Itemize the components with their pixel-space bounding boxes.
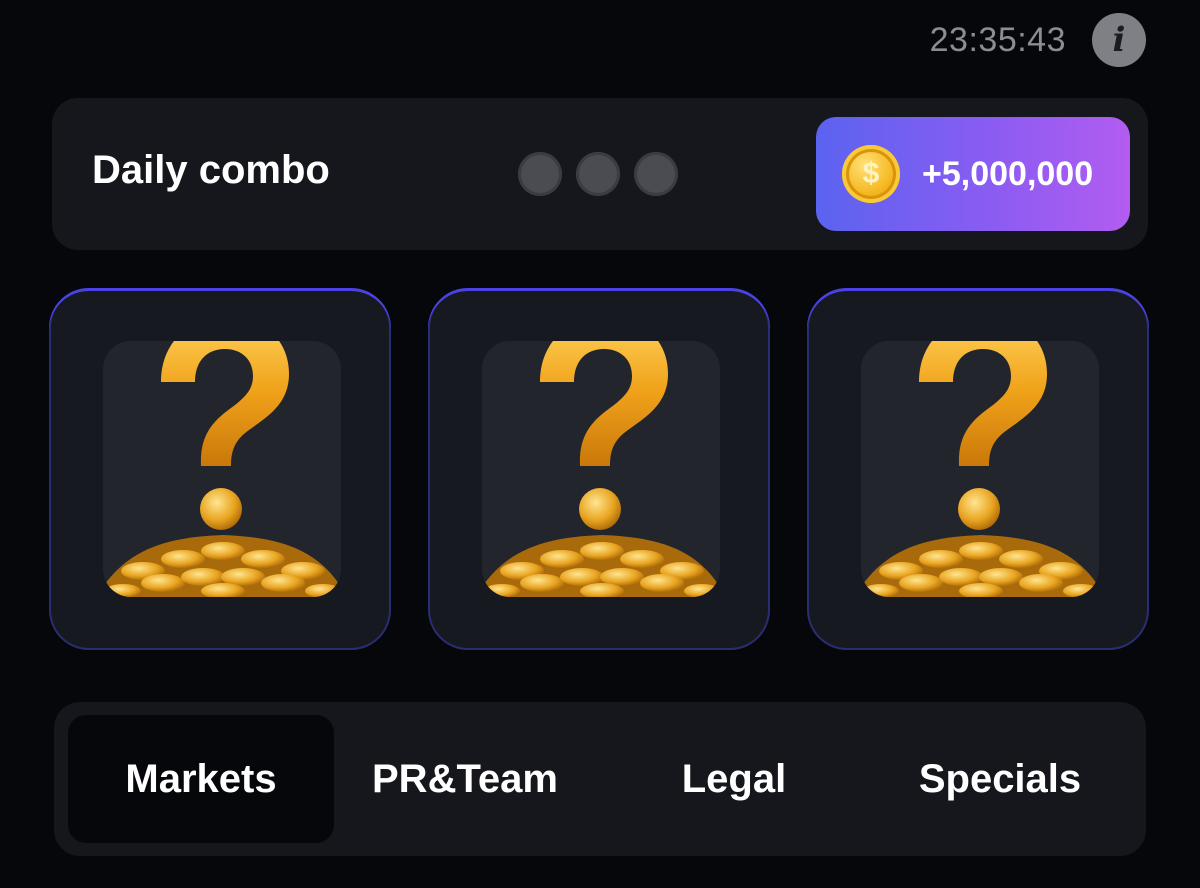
mine-screen: 23:35:43 i Daily combo $ +5,000,000 Mark… (0, 0, 1200, 888)
info-icon[interactable]: i (1092, 13, 1146, 67)
combo-dot-1 (518, 152, 562, 196)
top-bar: 23:35:43 i (929, 13, 1146, 67)
combo-progress-dots (518, 152, 678, 196)
daily-combo-bar: Daily combo $ +5,000,000 (52, 98, 1148, 250)
combo-card-3[interactable] (807, 288, 1149, 650)
combo-card-1[interactable] (49, 288, 391, 650)
tab-legal[interactable]: Legal (614, 715, 854, 843)
tab-markets[interactable]: Markets (68, 715, 334, 843)
combo-reward-amount: +5,000,000 (922, 154, 1094, 193)
question-mark-coins-icon (105, 341, 341, 597)
combo-dot-3 (634, 152, 678, 196)
daily-combo-title: Daily combo (92, 148, 330, 192)
combo-card-image (861, 341, 1099, 597)
question-mark-coins-icon (863, 341, 1099, 597)
combo-card-image (103, 341, 341, 597)
combo-card-image (482, 341, 720, 597)
dollar-coin-icon: $ (842, 145, 900, 203)
combo-reward-button[interactable]: $ +5,000,000 (816, 117, 1130, 231)
combo-dot-2 (576, 152, 620, 196)
category-tabs: Markets PR&Team Legal Specials (54, 702, 1146, 856)
tab-pr-team[interactable]: PR&Team (344, 715, 586, 843)
combo-card-2[interactable] (428, 288, 770, 650)
tab-specials[interactable]: Specials (878, 715, 1122, 843)
countdown-timer: 23:35:43 (929, 20, 1066, 59)
question-mark-coins-icon (484, 341, 720, 597)
